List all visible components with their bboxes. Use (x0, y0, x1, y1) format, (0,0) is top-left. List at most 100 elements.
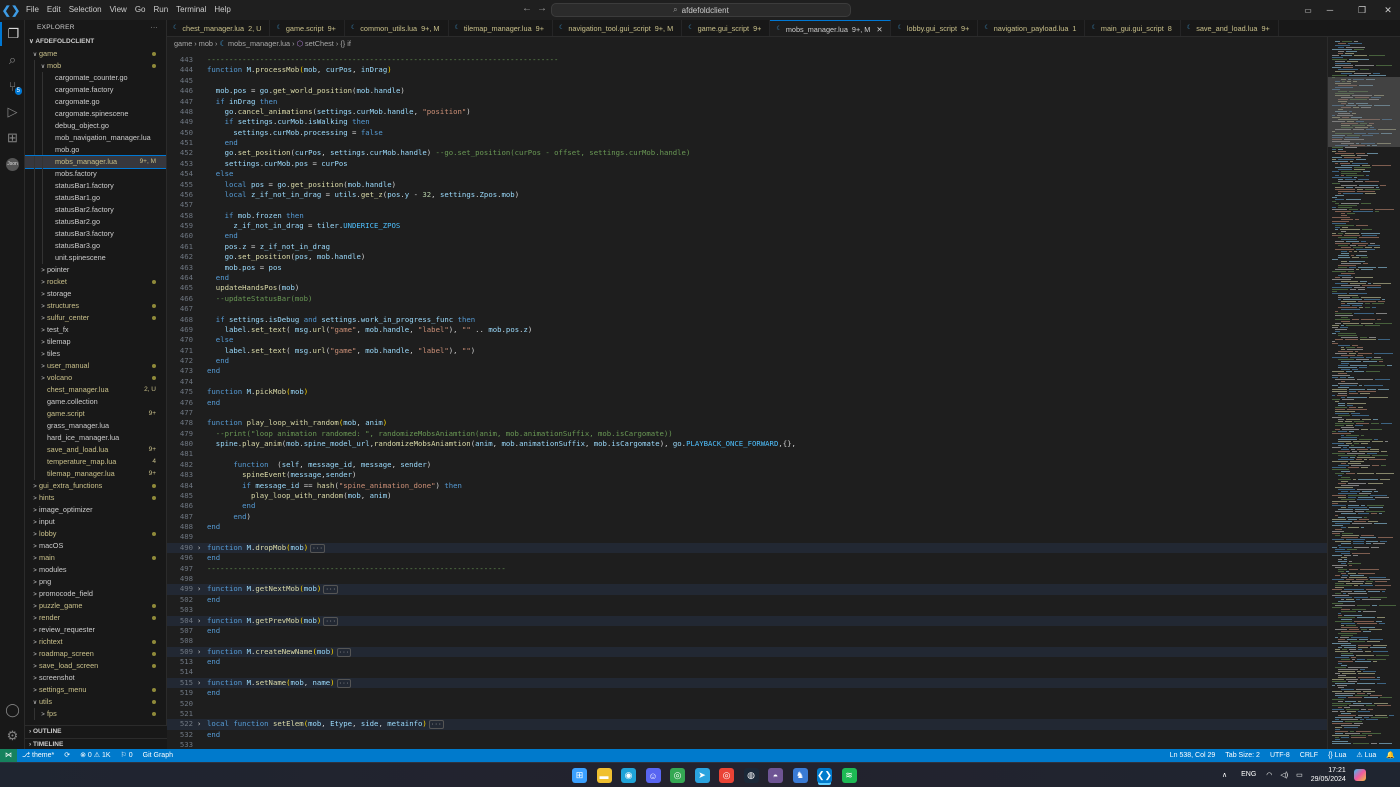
edge-icon[interactable]: ◉ (621, 768, 636, 783)
tree-folder[interactable]: ∨ mob (25, 60, 166, 72)
fold-chevron-icon[interactable]: › (197, 584, 201, 594)
code-line[interactable]: 507 end (167, 626, 1327, 636)
tree-file[interactable]: cargomate.go (25, 96, 166, 108)
tree-folder[interactable]: > gui_extra_functions (25, 480, 166, 492)
tree-folder[interactable]: > sulfur_center (25, 312, 166, 324)
code-line[interactable]: 452 go.set_position(curPos, settings.cur… (167, 148, 1327, 158)
editor-tab[interactable]: ☾ navigation_payload.lua 1 (978, 20, 1086, 36)
tree-file[interactable]: temperature_map.lua 4 (25, 456, 166, 468)
tree-file[interactable]: statusBar3.go (25, 240, 166, 252)
account-icon[interactable]: ◯ (0, 698, 25, 722)
minimap[interactable] (1327, 37, 1400, 749)
tree-folder[interactable]: > save_load_screen (25, 660, 166, 672)
code-line[interactable]: 444 function M.processMob(mob, curPos, in… (167, 65, 1327, 75)
explorer-icon[interactable]: ❐ (0, 22, 25, 46)
windows-start-icon[interactable]: ⊞ (572, 768, 587, 783)
tree-file[interactable]: tilemap_manager.lua 9+ (25, 468, 166, 480)
tree-folder[interactable]: > pointer (25, 264, 166, 276)
copilot-icon[interactable] (1353, 768, 1366, 781)
file-explorer-icon[interactable]: ▬ (596, 768, 612, 783)
tree-file[interactable]: statusBar1.factory (25, 180, 166, 192)
code-line[interactable]: 498 (167, 574, 1327, 584)
code-line[interactable]: 496 end (167, 553, 1327, 563)
tree-folder[interactable]: > puzzle_game (25, 600, 166, 612)
code-line[interactable]: 519 end (167, 688, 1327, 698)
breadcrumb-game[interactable]: game (174, 39, 192, 48)
code-line[interactable]: 502 end (167, 595, 1327, 605)
code-line[interactable]: 497 -------------------------------------… (167, 564, 1327, 574)
tree-file[interactable]: save_and_load.lua 9+ (25, 444, 166, 456)
tree-folder[interactable]: > settings_menu (25, 684, 166, 696)
code-editor[interactable]: 443 -------------------------------------… (167, 51, 1327, 749)
code-line[interactable]: 521 (167, 709, 1327, 719)
breadcrumb-function[interactable]: setChest (305, 39, 334, 48)
tree-folder[interactable]: > promocode_field (25, 588, 166, 600)
tree-folder[interactable]: ∨ game (25, 48, 166, 60)
tree-folder[interactable]: > lobby (25, 528, 166, 540)
outline-section[interactable]: › OUTLINE (25, 726, 167, 738)
language-mode[interactable]: {} Lua (1323, 749, 1351, 762)
defold-icon[interactable]: ♞ (792, 768, 808, 783)
fold-chevron-icon[interactable]: › (197, 543, 201, 553)
menu-run[interactable]: Run (149, 0, 172, 20)
tree-file[interactable]: statusBar1.go (25, 192, 166, 204)
command-center-search[interactable]: ⌕ afdefoldclient (551, 3, 851, 17)
code-line[interactable]: 468 if settings.isDebug and settings.wor… (167, 315, 1327, 325)
editor-tab[interactable]: ☾ mobs_manager.lua 9+, M ✕ (770, 20, 892, 36)
editor-tab[interactable]: ☾ main_gui.gui_script 8 (1085, 20, 1181, 36)
breadcrumb-block[interactable]: {} if (340, 39, 351, 48)
tree-file[interactable]: grass_manager.lua (25, 420, 166, 432)
tree-folder[interactable]: > macOS (25, 540, 166, 552)
git-branch[interactable]: ⎇ theme* (17, 749, 59, 762)
tree-folder[interactable]: > input (25, 516, 166, 528)
code-line[interactable]: 460 end (167, 231, 1327, 241)
tree-file[interactable]: cargomate.spinescene (25, 108, 166, 120)
menu-edit[interactable]: Edit (43, 0, 65, 20)
problems-count[interactable]: ⊗ 0 ⚠ 1K (75, 749, 115, 762)
tree-file[interactable]: game.collection (25, 396, 166, 408)
tree-folder[interactable]: > modules (25, 564, 166, 576)
minimap-viewport[interactable] (1328, 77, 1400, 147)
code-line[interactable]: 453 settings.curMob.pos = curPos (167, 159, 1327, 169)
wifi-icon[interactable]: ◠ (1266, 771, 1272, 779)
search-icon[interactable]: ⌕ (0, 48, 25, 72)
tree-file[interactable]: statusBar2.factory (25, 204, 166, 216)
tree-folder[interactable]: > richtext (25, 636, 166, 648)
code-line[interactable]: 515 › function M.setName(mob, name) ··· (167, 677, 1327, 689)
language-indicator[interactable]: ENG (1241, 771, 1256, 778)
encoding[interactable]: UTF-8 (1265, 749, 1295, 762)
tree-folder[interactable]: > structures (25, 300, 166, 312)
code-line[interactable]: 474 (167, 377, 1327, 387)
source-control-icon[interactable]: ⑂ 5 (0, 74, 25, 98)
code-line[interactable]: 489 (167, 532, 1327, 542)
code-line[interactable]: 448 go.cancel_animations(settings.curMob… (167, 107, 1327, 117)
back-arrow-icon[interactable]: ← (522, 3, 532, 14)
tree-file[interactable]: mob.go (25, 144, 166, 156)
editor-tab[interactable]: ☾ game.gui_script 9+ (682, 20, 771, 36)
clock[interactable]: 17:21 29/05/2024 (1311, 766, 1346, 784)
menu-go[interactable]: Go (131, 0, 150, 20)
code-line[interactable]: 520 (167, 699, 1327, 709)
volume-icon[interactable]: ◁) (1280, 771, 1288, 779)
tray-chevron-icon[interactable]: ∧ (1222, 771, 1227, 779)
vscode-icon[interactable]: ❮❯ (817, 768, 832, 783)
editor-tab[interactable]: ☾ navigation_tool.gui_script 9+, M (553, 20, 683, 36)
code-line[interactable]: 475 function M.pickMob(mob) (167, 387, 1327, 397)
tree-folder[interactable]: > png (25, 576, 166, 588)
code-line[interactable]: 459 z_if_not_in_drag = tiler.UNDERICE_ZP… (167, 221, 1327, 231)
editor-tab[interactable]: ☾ common_utils.lua 9+, M (345, 20, 449, 36)
code-line[interactable]: 533 (167, 740, 1327, 749)
editor-tab[interactable]: ☾ lobby.gui_script 9+ (891, 20, 979, 36)
code-line[interactable]: 514 (167, 667, 1327, 677)
code-line[interactable]: 513 end (167, 657, 1327, 667)
tree-folder[interactable]: > tilemap (25, 336, 166, 348)
tree-folder[interactable]: > test_fx (25, 324, 166, 336)
fold-chevron-icon[interactable]: › (197, 719, 201, 729)
tree-folder[interactable]: > fps (25, 708, 166, 720)
sync-icon[interactable]: ⟳ (59, 749, 75, 762)
extensions-icon[interactable]: ⊞ (0, 126, 25, 150)
maximize-button[interactable]: ❐ (1348, 0, 1376, 20)
code-line[interactable]: 465 updateHandsPos(mob) (167, 283, 1327, 293)
tree-file[interactable]: chest_manager.lua 2, U (25, 384, 166, 396)
menu-terminal[interactable]: Terminal (172, 0, 210, 20)
